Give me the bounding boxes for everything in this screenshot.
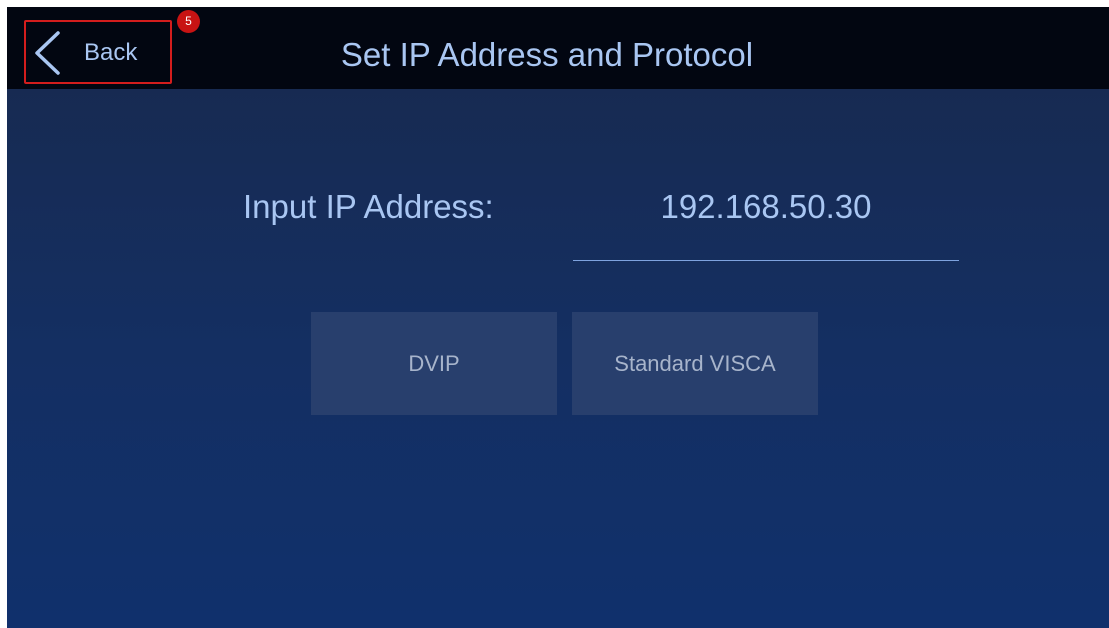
ip-address-input[interactable]: 192.168.50.30	[573, 177, 959, 261]
header-bar: Back 5 Set IP Address and Protocol	[7, 7, 1109, 89]
back-button-label: Back	[84, 39, 138, 66]
app-screen: Back 5 Set IP Address and Protocol Input…	[7, 7, 1109, 628]
page-title: Set IP Address and Protocol	[340, 36, 754, 73]
back-button[interactable]: Back	[24, 20, 172, 84]
ip-address-label: Input IP Address:	[243, 188, 494, 225]
standard-visca-button[interactable]: Standard VISCA	[572, 312, 818, 415]
ip-address-value: 192.168.50.30	[660, 188, 872, 225]
notification-badge: 5	[177, 10, 200, 33]
dvip-button[interactable]: DVIP	[311, 312, 557, 415]
chevron-left-icon	[35, 31, 60, 75]
